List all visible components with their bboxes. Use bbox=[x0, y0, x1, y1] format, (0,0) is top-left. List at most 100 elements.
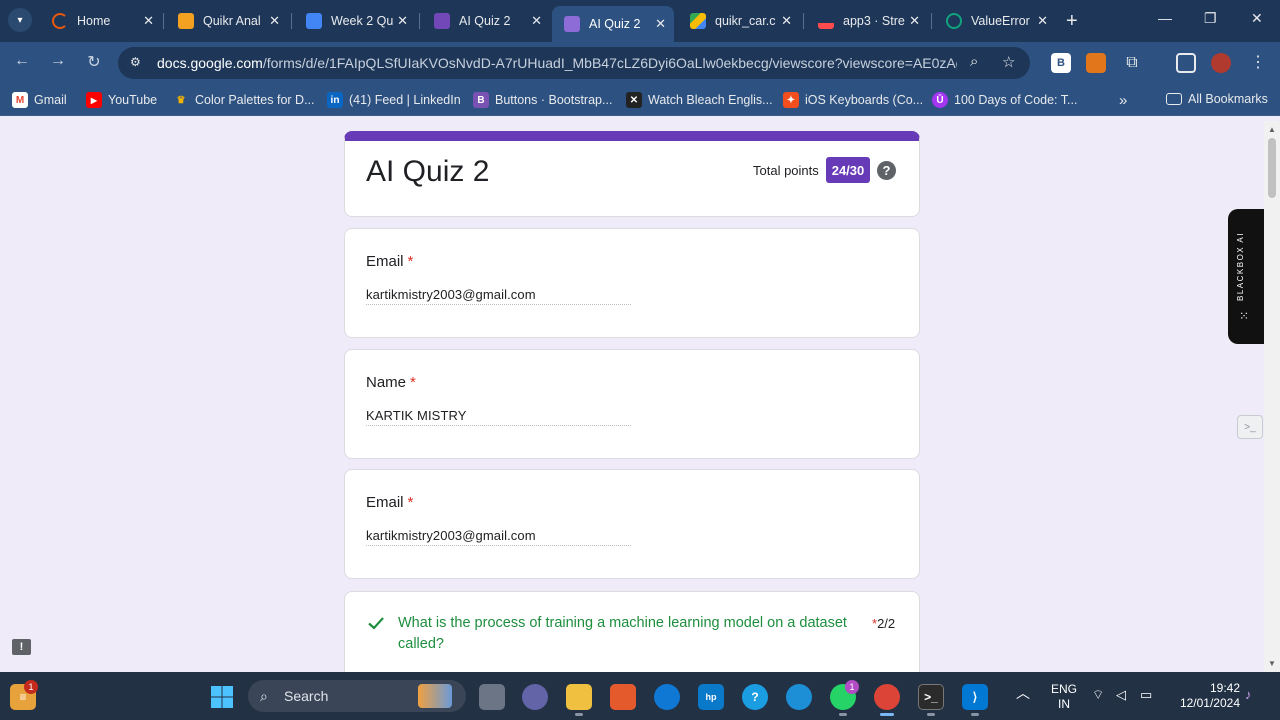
scroll-down-arrow-icon[interactable]: ▼ bbox=[1268, 659, 1276, 668]
bookmark-star-icon[interactable]: ☆ bbox=[1002, 53, 1015, 71]
help-icon[interactable]: ? bbox=[877, 161, 896, 180]
close-icon[interactable]: ✕ bbox=[143, 13, 154, 29]
onedrive-icon[interactable] bbox=[654, 684, 680, 710]
tray-overflow-chevron-icon[interactable]: ︿ bbox=[1016, 686, 1030, 701]
tab-title: ValueError bbox=[971, 14, 1030, 28]
whatsapp-badge: 1 bbox=[845, 680, 859, 694]
side-panel-icon[interactable] bbox=[1176, 53, 1196, 73]
help-app-icon[interactable]: ? bbox=[742, 684, 768, 710]
extension-b-icon[interactable]: B bbox=[1051, 53, 1071, 73]
tab-title: Quikr Anal bbox=[203, 14, 261, 28]
scrollbar-thumb[interactable] bbox=[1268, 138, 1276, 198]
chrome-icon[interactable] bbox=[874, 684, 900, 710]
kebab-menu-icon[interactable]: ⋮ bbox=[1247, 52, 1269, 72]
bookmark-youtube[interactable]: ▶ YouTube bbox=[86, 92, 157, 108]
site-info-icon[interactable]: ⚙ bbox=[130, 55, 146, 71]
clock-time: 19:42 bbox=[1209, 681, 1240, 695]
bookmark-bleach[interactable]: ✕ Watch Bleach Englis... bbox=[626, 92, 773, 108]
teams-icon[interactable] bbox=[522, 684, 548, 710]
name-field: KARTIK MISTRY bbox=[366, 408, 631, 426]
file-explorer-icon[interactable] bbox=[566, 684, 592, 710]
close-icon[interactable]: ✕ bbox=[655, 16, 666, 32]
taskbar-search[interactable]: ⌕ Search bbox=[248, 680, 466, 712]
linkedin-icon: in bbox=[327, 92, 343, 108]
feedback-icon[interactable]: ! bbox=[12, 639, 31, 655]
vscode-icon[interactable]: ⟩ bbox=[962, 684, 988, 710]
tab-home[interactable]: Home ✕ bbox=[40, 6, 162, 36]
metamask-extension-icon[interactable] bbox=[1086, 53, 1106, 73]
bookmark-color-palettes[interactable]: ♛ Color Palettes for D... bbox=[173, 92, 315, 108]
clock[interactable]: 19:42 12/01/2024 bbox=[1170, 681, 1240, 711]
close-icon[interactable]: ✕ bbox=[1037, 13, 1048, 29]
extensions-puzzle-icon[interactable]: ⧉ bbox=[1122, 53, 1142, 73]
tab-separator bbox=[291, 13, 292, 29]
zoom-icon[interactable]: ⌕ bbox=[970, 53, 978, 70]
tab-valueerror[interactable]: ValueError ✕ bbox=[934, 6, 1056, 36]
bookmark-label: (41) Feed | LinkedIn bbox=[349, 93, 461, 107]
scroll-up-arrow-icon[interactable]: ▲ bbox=[1268, 125, 1276, 134]
language-code: ENG bbox=[1050, 682, 1077, 696]
form-page: AI Quiz 2 Total points 24/30 ? Email * ka… bbox=[0, 121, 1264, 672]
profile-avatar[interactable] bbox=[1211, 53, 1231, 73]
microsoft-store-icon[interactable] bbox=[610, 684, 636, 710]
bookmarks-bar: M Gmail ▶ YouTube ♛ Color Palettes for D… bbox=[0, 84, 1280, 116]
minimize-button[interactable]: — bbox=[1158, 10, 1172, 26]
wifi-icon[interactable]: ⌔ bbox=[1092, 687, 1104, 702]
restore-button[interactable]: ❐ bbox=[1204, 10, 1217, 27]
all-bookmarks-folder[interactable]: All Bookmarks bbox=[1166, 92, 1268, 106]
hp-icon[interactable]: hp bbox=[698, 684, 724, 710]
figma-icon: ✦ bbox=[783, 92, 799, 108]
forms-favicon-icon bbox=[434, 13, 450, 29]
field-label: Email * bbox=[366, 253, 413, 270]
close-icon[interactable]: ✕ bbox=[531, 13, 542, 29]
close-icon[interactable]: ✕ bbox=[269, 13, 280, 29]
close-icon[interactable]: ✕ bbox=[781, 13, 792, 29]
region-code: IN bbox=[1058, 697, 1070, 711]
running-indicator bbox=[971, 713, 979, 716]
close-icon[interactable]: ✕ bbox=[397, 13, 408, 29]
tab-title: AI Quiz 2 bbox=[459, 14, 511, 28]
new-tab-button[interactable]: + bbox=[1066, 10, 1078, 33]
bookmark-gmail[interactable]: M Gmail bbox=[12, 92, 67, 108]
bookmark-ios-keyboards[interactable]: ✦ iOS Keyboards (Co... bbox=[783, 92, 923, 108]
tab-ai-quiz-2-active[interactable]: AI Quiz 2 ✕ bbox=[552, 6, 674, 42]
reload-icon[interactable]: ↻ bbox=[83, 52, 105, 72]
address-bar[interactable]: ⚙ docs.google.com/forms/d/e/1FAIpQLSfUIa… bbox=[118, 47, 1030, 79]
back-icon[interactable]: ← bbox=[11, 52, 33, 70]
tab-streamlit[interactable]: app3 · Stre ✕ bbox=[806, 6, 928, 36]
tab-quikr-car[interactable]: quikr_car.c ✕ bbox=[678, 6, 800, 36]
tab-quikr-analysis[interactable]: Quikr Anal ✕ bbox=[166, 6, 288, 36]
tab-ai-quiz-1[interactable]: AI Quiz 2 ✕ bbox=[422, 6, 550, 36]
code-snippet-icon[interactable]: >_ bbox=[1237, 415, 1263, 439]
forward-icon[interactable]: → bbox=[47, 52, 69, 70]
battery-icon[interactable]: ▭ bbox=[1140, 687, 1152, 702]
more-bookmarks-chevron-icon[interactable]: » bbox=[1119, 92, 1127, 109]
close-window-button[interactable]: ✕ bbox=[1251, 10, 1263, 27]
bookmark-linkedin[interactable]: in (41) Feed | LinkedIn bbox=[327, 92, 461, 108]
terminal-icon[interactable]: >_ bbox=[918, 684, 944, 710]
tab-title: AI Quiz 2 bbox=[589, 17, 641, 31]
bookmark-label: Color Palettes for D... bbox=[195, 93, 315, 107]
windows-taskbar: ≡ 1 ⌕ Search hp ? 1 >_ ⟩ ︿ ENG IN ⌔ ◁ ▭ … bbox=[0, 672, 1280, 720]
volume-icon[interactable]: ◁ bbox=[1116, 687, 1126, 702]
bleach-icon: ✕ bbox=[626, 92, 642, 108]
bookmark-label: Buttons · Bootstrap... bbox=[495, 93, 613, 107]
page-scrollbar[interactable]: ▲ ▼ bbox=[1264, 121, 1280, 672]
tab-search-button[interactable]: ▾ bbox=[8, 8, 32, 32]
tab-separator bbox=[803, 13, 804, 29]
blackbox-ai-panel[interactable]: BLACKBOX AI ⁙ bbox=[1228, 209, 1264, 344]
tab-separator bbox=[419, 13, 420, 29]
edge-icon[interactable] bbox=[786, 684, 812, 710]
windows-start-icon[interactable] bbox=[209, 684, 235, 710]
bookmark-bootstrap[interactable]: B Buttons · Bootstrap... bbox=[473, 92, 612, 108]
bookmark-label: All Bookmarks bbox=[1188, 92, 1268, 106]
task-view-icon[interactable] bbox=[479, 684, 505, 710]
tab-week2[interactable]: Week 2 Qu ✕ bbox=[294, 6, 416, 36]
url-text[interactable]: docs.google.com/forms/d/e/1FAIpQLSfUIaKV… bbox=[157, 55, 957, 71]
language-indicator[interactable]: ENG IN bbox=[1048, 682, 1080, 712]
bookmark-label: Gmail bbox=[34, 93, 67, 107]
bookmark-100-days[interactable]: Ū 100 Days of Code: T... bbox=[932, 92, 1077, 108]
notifications-bell-icon[interactable]: ♪ bbox=[1245, 687, 1252, 702]
close-icon[interactable]: ✕ bbox=[909, 13, 920, 29]
tab-separator bbox=[163, 13, 164, 29]
